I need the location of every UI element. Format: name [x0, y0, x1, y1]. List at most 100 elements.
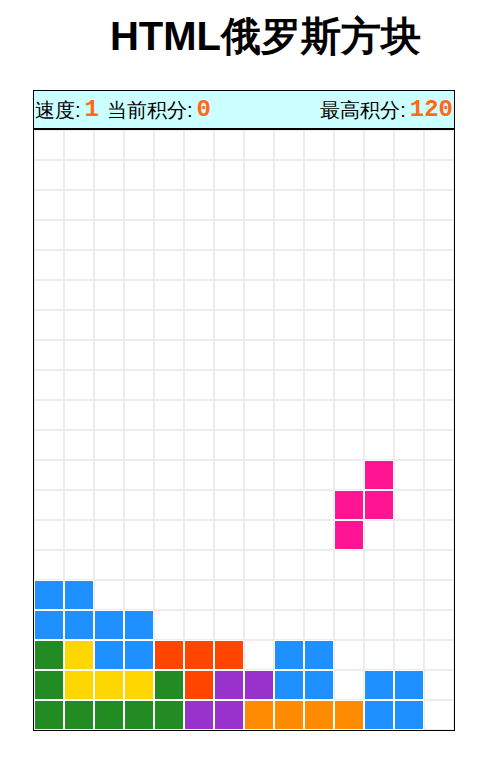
board-cell: [154, 610, 184, 640]
board-cell: [124, 400, 154, 430]
board-cell: [94, 250, 124, 280]
board-cell: [34, 190, 64, 220]
board-cell: [184, 160, 214, 190]
board-cell: [394, 130, 424, 160]
board-cell: [394, 610, 424, 640]
board-cell: [154, 370, 184, 400]
board-cell: [274, 430, 304, 460]
board-cell: [364, 580, 394, 610]
board-cell: [184, 280, 214, 310]
board-cell: [154, 580, 184, 610]
board-cell: [274, 400, 304, 430]
board-cell-filled: [304, 670, 334, 700]
board-cell: [34, 520, 64, 550]
board-cell: [154, 430, 184, 460]
board-cell: [184, 130, 214, 160]
board-cell: [94, 370, 124, 400]
board-cell-filled: [124, 610, 154, 640]
board-cell: [304, 250, 334, 280]
board-cell: [64, 220, 94, 250]
board-cell: [154, 130, 184, 160]
board-cell: [304, 130, 334, 160]
board-cell: [94, 460, 124, 490]
board-cell: [424, 580, 454, 610]
board-cell: [334, 580, 364, 610]
board-cell: [424, 340, 454, 370]
board-cell-filled: [274, 670, 304, 700]
board-cell: [34, 280, 64, 310]
board-cell: [184, 340, 214, 370]
game-board[interactable]: [34, 130, 454, 730]
board-cell-filled: [274, 640, 304, 670]
board-cell: [364, 130, 394, 160]
board-cell: [304, 550, 334, 580]
board-cell: [364, 430, 394, 460]
board-cell: [364, 250, 394, 280]
board-cell: [304, 280, 334, 310]
board-cell: [244, 370, 274, 400]
board-cell-filled: [94, 700, 124, 730]
board-cell: [244, 550, 274, 580]
board-cell: [364, 520, 394, 550]
board-cell: [34, 400, 64, 430]
board-cell: [304, 580, 334, 610]
board-cell: [154, 220, 184, 250]
board-cell: [424, 280, 454, 310]
board-cell: [124, 130, 154, 160]
status-bar: 速度:1当前积分:0最高积分:120: [34, 91, 454, 130]
board-cell: [274, 190, 304, 220]
board-cell-filled: [64, 670, 94, 700]
board-cell: [184, 190, 214, 220]
board-cell: [214, 550, 244, 580]
board-cell: [274, 220, 304, 250]
board-cell: [214, 400, 244, 430]
board-cell: [424, 190, 454, 220]
board-cell: [364, 190, 394, 220]
board-cell: [244, 130, 274, 160]
board-cell: [124, 190, 154, 220]
board-cell: [274, 130, 304, 160]
board-cell: [94, 580, 124, 610]
board-cell: [214, 310, 244, 340]
speed-label: 速度:: [35, 100, 81, 120]
board-cell: [424, 400, 454, 430]
board-cell-filled: [334, 700, 364, 730]
board-cell-filled: [124, 640, 154, 670]
board-cell: [34, 130, 64, 160]
board-cell: [124, 430, 154, 460]
board-cell: [304, 490, 334, 520]
board-cell: [394, 430, 424, 460]
board-cell-filled: [184, 670, 214, 700]
board-cell: [64, 130, 94, 160]
board-cell: [334, 430, 364, 460]
board-cell-filled: [34, 700, 64, 730]
board-cell: [184, 430, 214, 460]
board-cell: [64, 460, 94, 490]
board-cell: [364, 550, 394, 580]
board-cell: [334, 460, 364, 490]
board-cell: [334, 670, 364, 700]
board-cell: [244, 250, 274, 280]
board-cell: [424, 610, 454, 640]
board-cell: [364, 160, 394, 190]
board-cell: [424, 250, 454, 280]
board-cell-filled: [184, 700, 214, 730]
board-cell-filled: [154, 700, 184, 730]
board-cell: [334, 610, 364, 640]
board-cell: [244, 520, 274, 550]
board-cell: [94, 190, 124, 220]
board-cell: [94, 550, 124, 580]
board-cell-filled: [184, 640, 214, 670]
board-cell-filled: [94, 640, 124, 670]
board-cell: [274, 550, 304, 580]
board-cell: [94, 430, 124, 460]
board-cell: [394, 550, 424, 580]
speed: 速度:1: [35, 98, 99, 122]
board-cell: [274, 520, 304, 550]
board-cell: [34, 550, 64, 580]
board-cell: [124, 580, 154, 610]
board-cell: [94, 220, 124, 250]
board-cell-filled: [34, 610, 64, 640]
board-cell-filled: [214, 670, 244, 700]
board-cell: [184, 520, 214, 550]
